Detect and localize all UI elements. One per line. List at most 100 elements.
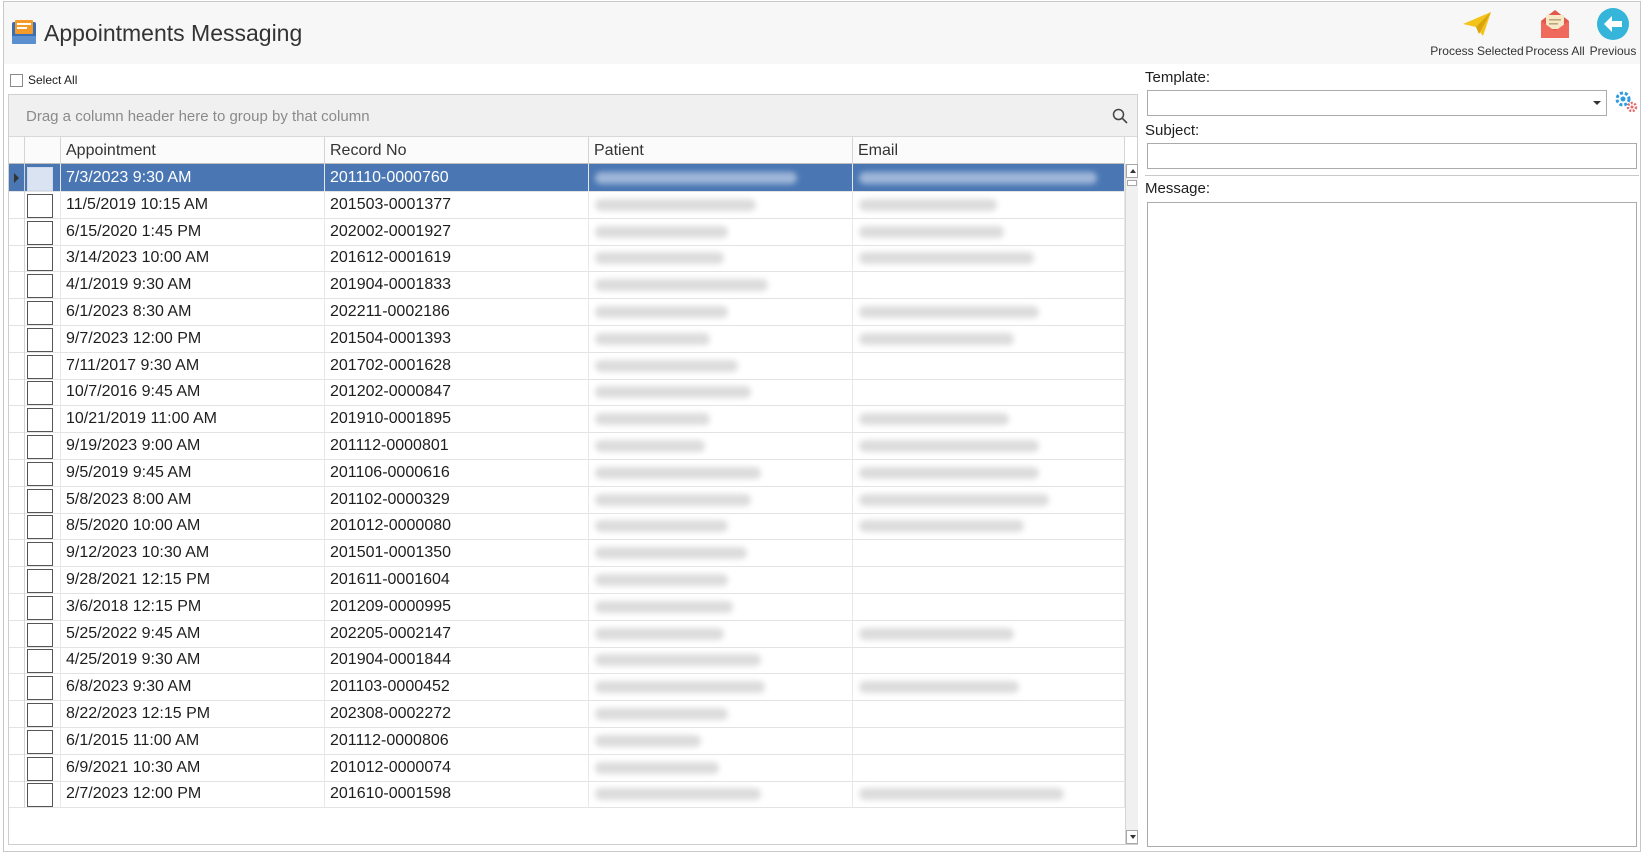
email-cell [853, 539, 1125, 568]
row-indicator-header [9, 137, 25, 164]
row-checkbox[interactable] [27, 595, 53, 620]
table-row[interactable]: 4/25/2019 9:30 AM 201904-0001844 [9, 646, 1125, 675]
row-checkbox-cell [25, 780, 61, 809]
row-indicator-cell [9, 592, 25, 621]
row-indicator-cell [9, 378, 25, 407]
table-row[interactable]: 6/1/2015 11:00 AM 201112-0000806 [9, 726, 1125, 755]
table-row[interactable]: 4/1/2019 9:30 AM 201904-0001833 [9, 271, 1125, 300]
scroll-down-arrow[interactable] [1126, 830, 1138, 844]
table-row[interactable]: 6/15/2020 1:45 PM 202002-0001927 [9, 217, 1125, 246]
row-checkbox-cell [25, 217, 61, 246]
row-checkbox[interactable] [27, 488, 53, 513]
row-checkbox[interactable] [27, 515, 53, 540]
table-row[interactable]: 8/22/2023 12:15 PM 202308-0002272 [9, 700, 1125, 728]
process-selected-button[interactable]: Process Selected [1429, 6, 1525, 62]
row-checkbox[interactable] [27, 247, 53, 272]
select-all[interactable]: Select All [10, 72, 77, 88]
row-checkbox-cell [25, 244, 61, 273]
email-cell [853, 405, 1125, 434]
record-no-cell: 201106-0000616 [325, 458, 589, 487]
row-checkbox-cell [25, 324, 61, 353]
scroll-up-arrow[interactable] [1126, 164, 1138, 178]
column-header-row: Appointment Record No Patient Email [9, 137, 1125, 164]
appointment-cell: 8/22/2023 12:15 PM [61, 700, 325, 728]
row-checkbox[interactable] [27, 783, 53, 808]
row-checkbox[interactable] [27, 408, 53, 433]
table-row[interactable]: 6/8/2023 9:30 AM 201103-0000452 [9, 673, 1125, 702]
table-row[interactable]: 10/21/2019 11:00 AM 201910-0001895 [9, 405, 1125, 434]
row-checkbox[interactable] [27, 220, 53, 245]
redacted-email [859, 332, 1014, 345]
record-no-cell: 201504-0001393 [325, 324, 589, 353]
row-checkbox-cell [25, 619, 61, 648]
row-checkbox[interactable] [27, 381, 53, 406]
row-checkbox[interactable] [27, 461, 53, 486]
column-header-patient[interactable]: Patient [589, 137, 853, 164]
email-cell [853, 351, 1125, 380]
table-row[interactable]: 9/28/2021 12:15 PM 201611-0001604 [9, 566, 1125, 594]
scroll-thumb[interactable] [1127, 180, 1137, 186]
redacted-patient-name [595, 279, 768, 292]
table-row[interactable]: 11/5/2019 10:15 AM 201503-0001377 [9, 190, 1125, 219]
table-row[interactable]: 7/3/2023 9:30 AM 201110-0000760 [9, 164, 1125, 192]
row-checkbox[interactable] [27, 435, 53, 459]
process-all-button[interactable]: Process All [1522, 6, 1588, 62]
row-checkbox[interactable] [27, 569, 53, 593]
gears-icon[interactable] [1613, 88, 1639, 114]
message-textarea[interactable] [1147, 202, 1637, 847]
column-header-record-no[interactable]: Record No [325, 137, 589, 164]
patient-cell [589, 271, 853, 300]
row-checkbox[interactable] [27, 703, 53, 727]
table-row[interactable]: 9/7/2023 12:00 PM 201504-0001393 [9, 324, 1125, 353]
table-row[interactable]: 3/6/2018 12:15 PM 201209-0000995 [9, 592, 1125, 621]
column-header-email[interactable]: Email [853, 137, 1125, 164]
appointment-cell: 7/3/2023 9:30 AM [61, 164, 325, 192]
table-row[interactable]: 9/19/2023 9:00 AM 201112-0000801 [9, 432, 1125, 460]
template-dropdown[interactable] [1147, 90, 1607, 116]
select-all-checkbox[interactable] [10, 73, 23, 87]
table-row[interactable]: 2/7/2023 12:00 PM 201610-0001598 [9, 780, 1125, 809]
row-checkbox[interactable] [27, 301, 53, 325]
table-row[interactable]: 6/9/2021 10:30 AM 201012-0000074 [9, 753, 1125, 782]
row-checkbox[interactable] [27, 193, 53, 218]
table-row[interactable]: 10/7/2016 9:45 AM 201202-0000847 [9, 378, 1125, 407]
subject-input[interactable] [1147, 143, 1637, 169]
row-checkbox[interactable] [27, 676, 53, 701]
row-checkbox[interactable] [27, 542, 53, 567]
appointment-cell: 9/19/2023 9:00 AM [61, 432, 325, 460]
table-row[interactable]: 9/12/2023 10:30 AM 201501-0001350 [9, 539, 1125, 568]
table-row[interactable]: 5/8/2023 8:00 AM 201102-0000329 [9, 485, 1125, 514]
table-row[interactable]: 3/14/2023 10:00 AM 201612-0001619 [9, 244, 1125, 273]
patient-cell [589, 164, 853, 192]
patient-cell [589, 190, 853, 219]
column-header-appointment[interactable]: Appointment [61, 137, 325, 164]
table-row[interactable]: 5/25/2022 9:45 AM 202205-0002147 [9, 619, 1125, 648]
redacted-patient-name [595, 547, 747, 560]
row-checkbox[interactable] [27, 622, 53, 647]
redacted-patient-name [595, 386, 752, 399]
search-icon[interactable] [1111, 107, 1129, 125]
vertical-scrollbar[interactable] [1125, 164, 1138, 844]
appointment-cell: 9/12/2023 10:30 AM [61, 539, 325, 568]
table-row[interactable]: 6/1/2023 8:30 AM 202211-0002186 [9, 298, 1125, 326]
row-checkbox[interactable] [27, 729, 53, 754]
previous-button[interactable]: Previous [1588, 6, 1638, 62]
checkbox-column-header[interactable] [25, 137, 61, 164]
group-by-panel[interactable]: Drag a column header here to group by th… [9, 95, 1137, 137]
table-row[interactable]: 9/5/2019 9:45 AM 201106-0000616 [9, 458, 1125, 487]
redacted-patient-name [595, 734, 701, 747]
row-checkbox[interactable] [27, 756, 53, 781]
row-checkbox[interactable] [27, 649, 53, 674]
row-checkbox[interactable] [27, 354, 53, 379]
table-row[interactable]: 8/5/2020 10:00 AM 201012-0000080 [9, 512, 1125, 541]
row-checkbox[interactable] [27, 274, 53, 299]
redacted-email [859, 627, 1014, 640]
row-checkbox[interactable] [27, 167, 53, 191]
row-checkbox[interactable] [27, 327, 53, 352]
template-label: Template: [1145, 69, 1211, 86]
record-no-cell: 201102-0000329 [325, 485, 589, 514]
row-checkbox-cell [25, 378, 61, 407]
table-row[interactable]: 7/11/2017 9:30 AM 201702-0001628 [9, 351, 1125, 380]
patient-cell [589, 378, 853, 407]
appointment-cell: 10/21/2019 11:00 AM [61, 405, 325, 434]
